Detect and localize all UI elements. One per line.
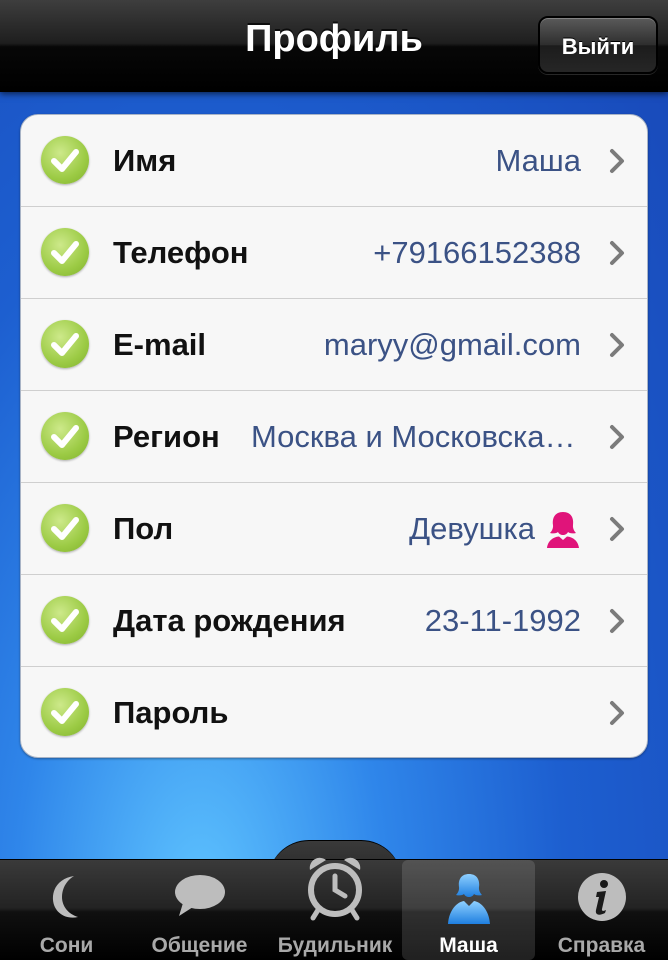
tab-profile[interactable]: Маша (402, 860, 535, 960)
row-value: maryy@gmail.com (323, 327, 581, 362)
profile-row-password[interactable]: Пароль (21, 667, 647, 757)
info-icon (577, 873, 626, 921)
chevron-right-icon (610, 425, 624, 449)
profile-row-name[interactable]: Имя Маша (21, 115, 647, 207)
profile-row-birthdate[interactable]: Дата рождения 23-11-1992 (21, 575, 647, 667)
row-value: Девушка (409, 511, 535, 546)
tab-bar: Сони Общение Будильник Маша Справка (0, 857, 668, 960)
navigation-bar: Профиль Выйти (0, 0, 668, 92)
check-icon (41, 688, 89, 736)
row-label: Телефон (113, 235, 249, 270)
alarm-clock-icon (308, 857, 362, 921)
profile-table: Имя Маша Телефон +79166152388 E-mail mar… (20, 114, 648, 758)
check-icon (41, 596, 89, 644)
logout-button[interactable]: Выйти (538, 16, 658, 74)
check-icon (41, 504, 89, 552)
female-icon (547, 511, 579, 548)
row-value: Маша (495, 143, 581, 178)
tab-label: Сони (39, 934, 94, 957)
check-icon (41, 320, 89, 368)
moon-icon (52, 876, 78, 918)
profile-row-phone[interactable]: Телефон +79166152388 (21, 207, 647, 299)
row-label: Имя (113, 143, 177, 178)
chevron-right-icon (610, 241, 624, 265)
row-value: 23-11-1992 (424, 603, 581, 638)
tab-label: Маша (439, 934, 498, 957)
tab-label: Справка (557, 934, 646, 957)
row-value: Москва и Московская область (251, 419, 581, 454)
chevron-right-icon (610, 517, 624, 541)
check-icon (41, 228, 89, 276)
chevron-right-icon (610, 333, 624, 357)
row-label: Пол (113, 511, 174, 546)
check-icon (41, 136, 89, 184)
profile-row-region[interactable]: Регион Москва и Московская область (21, 391, 647, 483)
chevron-right-icon (610, 149, 624, 173)
tab-label: Будильник (277, 934, 393, 957)
user-icon (447, 874, 490, 924)
profile-row-gender[interactable]: Пол Девушка (21, 483, 647, 575)
gender-value-group: Девушка (409, 483, 581, 574)
tab-help[interactable]: Справка (535, 860, 668, 960)
tab-sleep[interactable]: Сони (0, 860, 133, 960)
row-value: +79166152388 (373, 235, 581, 270)
speech-bubble-icon (174, 875, 225, 916)
profile-row-email[interactable]: E-mail maryy@gmail.com (21, 299, 647, 391)
row-label: E-mail (113, 327, 207, 362)
chevron-right-icon (610, 609, 624, 633)
tab-label: Общение (151, 934, 248, 957)
row-label: Пароль (113, 695, 229, 730)
check-icon (41, 412, 89, 460)
tab-chat[interactable]: Общение (133, 860, 266, 960)
row-label: Регион (113, 419, 220, 454)
row-label: Дата рождения (113, 603, 346, 638)
chevron-right-icon (610, 701, 624, 725)
tab-alarm[interactable]: Будильник (268, 857, 402, 960)
